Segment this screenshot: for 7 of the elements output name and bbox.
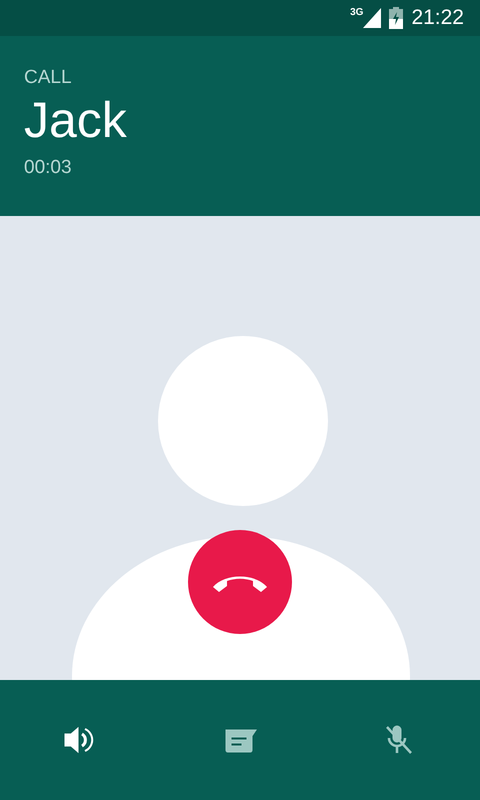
network-label: 3G [350,8,364,18]
call-duration: 00:03 [24,156,73,180]
clock: 21:22 [411,5,464,32]
call-label: CALL [24,66,73,90]
contact-name: Jack [24,92,128,148]
battery-icon [389,7,404,29]
signal-icon [363,8,382,28]
